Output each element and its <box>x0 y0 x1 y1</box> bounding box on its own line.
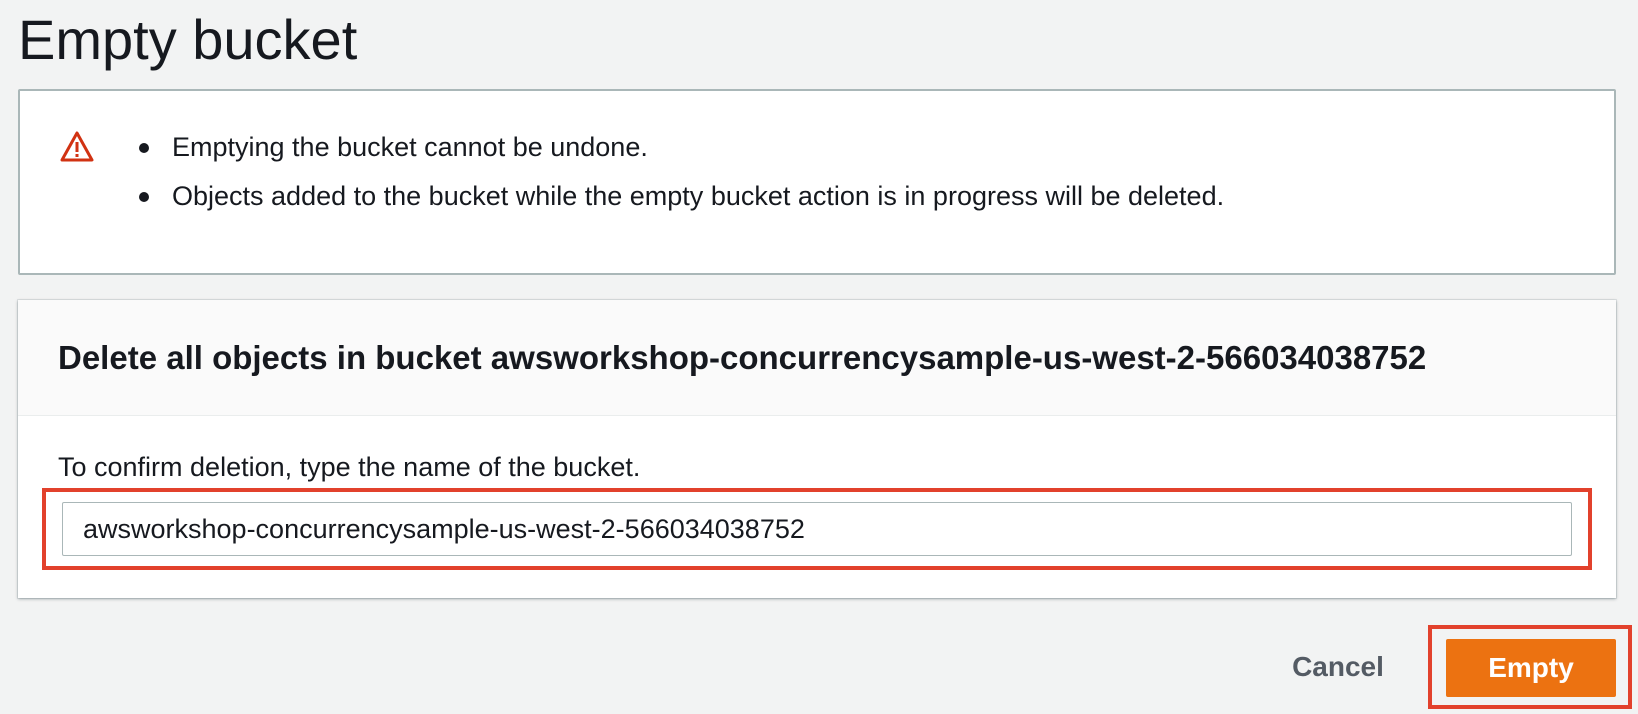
bucket-name-input[interactable] <box>62 502 1572 556</box>
input-highlight-frame <box>42 488 1592 570</box>
empty-button-highlight-frame: Empty <box>1428 625 1632 709</box>
page-title: Empty bucket <box>18 8 358 71</box>
warning-list: Emptying the bucket cannot be undone. Ob… <box>132 129 1224 227</box>
warning-item-objects-deleted: Objects added to the bucket while the em… <box>132 178 1224 214</box>
panel-heading: Delete all objects in bucket awsworkshop… <box>58 339 1427 376</box>
warning-icon <box>60 131 94 163</box>
warning-item-undone: Emptying the bucket cannot be undone. <box>132 129 1224 165</box>
panel-header: Delete all objects in bucket awsworkshop… <box>18 300 1616 416</box>
cancel-button[interactable]: Cancel <box>1278 644 1398 690</box>
confirm-label: To confirm deletion, type the name of th… <box>58 452 641 482</box>
warning-alert: Emptying the bucket cannot be undone. Ob… <box>18 89 1616 275</box>
empty-button[interactable]: Empty <box>1446 639 1616 697</box>
confirm-deletion-panel: Delete all objects in bucket awsworkshop… <box>18 300 1616 598</box>
